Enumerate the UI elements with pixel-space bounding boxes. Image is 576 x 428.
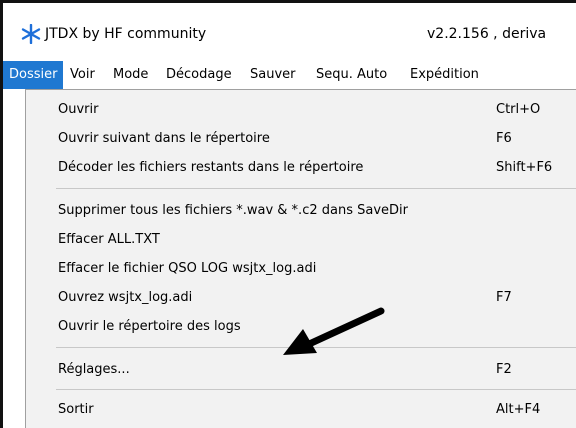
- menu-item-label: Effacer le fichier QSO LOG wsjtx_log.adi: [58, 261, 317, 276]
- menu-decodage[interactable]: Décodage: [166, 61, 232, 89]
- menu-item-effacer-all-txt[interactable]: Effacer ALL.TXT: [26, 225, 576, 254]
- menu-dossier[interactable]: Dossier: [3, 61, 64, 89]
- menu-item-supprimer-wav[interactable]: Supprimer tous les fichiers *.wav & *.c2…: [26, 196, 576, 225]
- menu-item-label: Sortir: [58, 402, 94, 417]
- menu-item-label: Réglages...: [58, 362, 130, 377]
- menu-item-decoder-restants[interactable]: Décoder les fichiers restants dans le ré…: [26, 153, 576, 182]
- window-title: JTDX by HF community: [45, 26, 207, 42]
- menu-item-sortir[interactable]: Sortir Alt+F4: [26, 395, 576, 424]
- arrow-pointer-icon: [283, 307, 385, 355]
- menu-item-shortcut: Alt+F4: [496, 402, 541, 417]
- menu-item-label: Ouvrir suivant dans le répertoire: [58, 131, 270, 146]
- dossier-dropdown-menu: Ouvrir Ctrl+O Ouvrir suivant dans le rép…: [25, 89, 576, 428]
- jtdx-snowflake-icon: [21, 24, 41, 44]
- menu-separator: [56, 389, 576, 390]
- menu-expedition[interactable]: Expédition: [410, 61, 479, 89]
- menu-item-shortcut: F2: [496, 362, 512, 377]
- window-version: v2.2.156 , deriva: [427, 26, 547, 42]
- menu-sauver[interactable]: Sauver: [250, 61, 296, 89]
- menu-item-label: Ouvrir: [58, 102, 99, 117]
- menu-item-shortcut: Ctrl+O: [496, 102, 541, 117]
- menu-item-ouvrir[interactable]: Ouvrir Ctrl+O: [26, 95, 576, 124]
- menu-sequ-auto[interactable]: Sequ. Auto: [316, 61, 387, 89]
- menu-item-shortcut: Shift+F6: [496, 160, 553, 175]
- menu-item-effacer-qso-log[interactable]: Effacer le fichier QSO LOG wsjtx_log.adi: [26, 254, 576, 283]
- menu-item-shortcut: F6: [496, 131, 512, 146]
- menu-item-ouvrir-suivant[interactable]: Ouvrir suivant dans le répertoire F6: [26, 124, 576, 153]
- menu-voir[interactable]: Voir: [70, 61, 95, 89]
- title-bar: JTDX by HF community v2.2.156 , deriva: [3, 3, 576, 61]
- menu-item-label: Ouvrir le répertoire des logs: [58, 319, 241, 334]
- menu-item-label: Ouvrez wsjtx_log.adi: [58, 290, 193, 305]
- app-window: JTDX by HF community v2.2.156 , deriva D…: [0, 0, 576, 428]
- menu-item-label: Supprimer tous les fichiers *.wav & *.c2…: [58, 203, 408, 218]
- menu-item-label: Effacer ALL.TXT: [58, 232, 160, 247]
- menu-item-label: Décoder les fichiers restants dans le ré…: [58, 160, 364, 175]
- menu-mode[interactable]: Mode: [113, 61, 148, 89]
- menu-item-shortcut: F7: [496, 290, 512, 305]
- menu-separator: [56, 188, 576, 189]
- menu-bar: Dossier Voir Mode Décodage Sauver Sequ. …: [3, 61, 576, 89]
